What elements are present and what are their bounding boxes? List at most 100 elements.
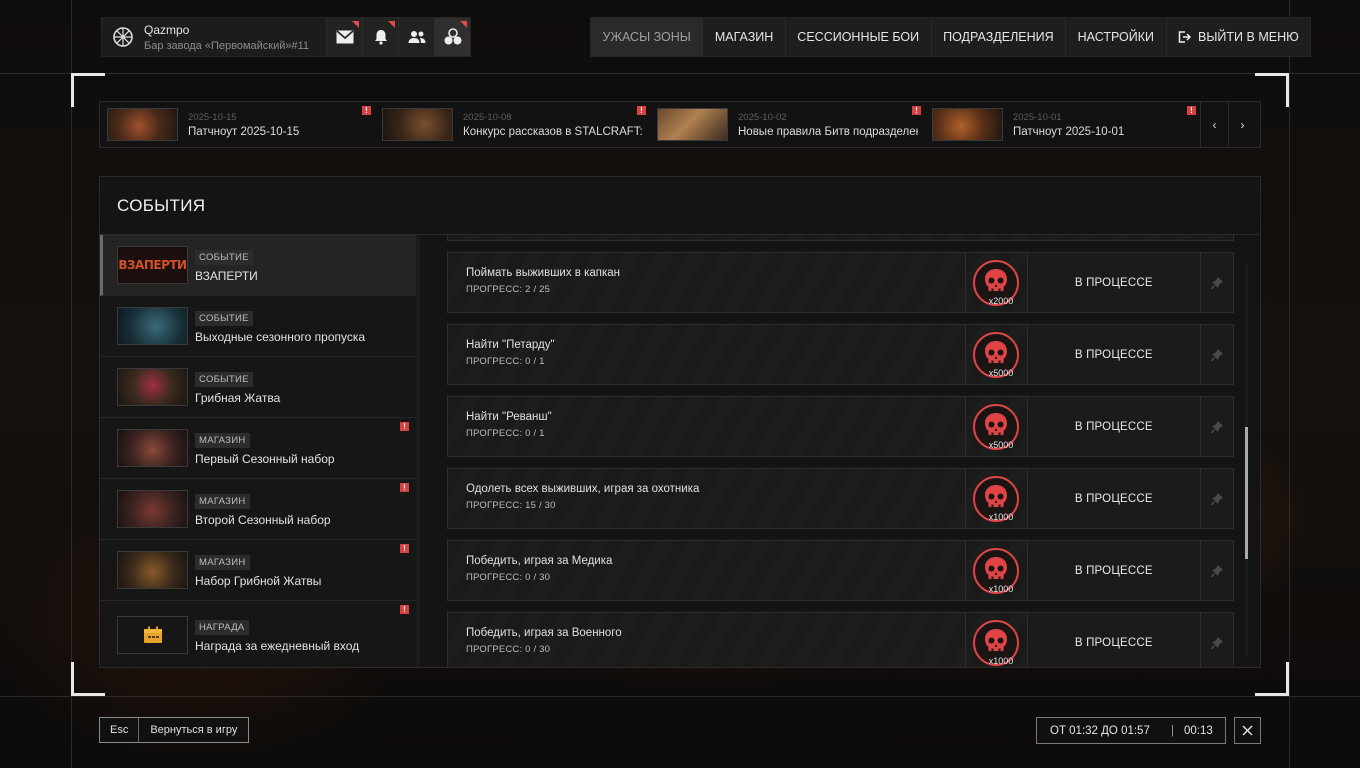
task-progress: ПРОГРЕСС: 0 / 30 <box>466 644 551 655</box>
nav-settings[interactable]: НАСТРОЙКИ <box>1065 18 1166 56</box>
task-reward: x5000 <box>964 325 1027 384</box>
alert-badge: ! <box>400 422 409 431</box>
notification-flag <box>460 21 467 28</box>
event-tag: МАГАЗИН <box>195 433 250 448</box>
news-item[interactable]: 2025-10-08 Конкурс рассказов в STALCRAFT… <box>375 102 650 147</box>
nav-zone-horrors[interactable]: УЖАСЫ ЗОНЫ <box>591 18 703 56</box>
event-name: Выходные сезонного пропуска <box>195 330 366 344</box>
close-button[interactable] <box>1234 717 1261 744</box>
event-thumbnail-logo: ВЗАПЕРТИ <box>118 258 187 272</box>
news-prev-button[interactable]: ‹ <box>1200 102 1228 147</box>
pin-icon <box>1210 564 1224 578</box>
task-reward-amount: x5000 <box>988 368 1014 378</box>
pin-task-button[interactable] <box>1200 541 1233 600</box>
nav-shop[interactable]: МАГАЗИН <box>702 18 785 56</box>
alert-badge: ! <box>400 544 409 553</box>
event-item-daily-login-reward[interactable]: НАГРАДА Награда за ежедневный вход ! <box>100 601 416 667</box>
task-list-scrollbar[interactable] <box>1245 263 1248 655</box>
mail-icon <box>335 30 354 44</box>
event-tag: СОБЫТИЕ <box>195 311 253 326</box>
news-thumbnail <box>932 108 1003 141</box>
news-item[interactable]: 2025-10-02 Новые правила Битв подразделе… <box>650 102 925 147</box>
task-status: В ПРОЦЕССЕ <box>1026 541 1201 600</box>
task-reward: x1000 <box>964 541 1027 600</box>
alert-badge: ! <box>912 106 921 115</box>
pin-icon <box>1210 348 1224 362</box>
task-name: Поймать выживших в капкан <box>466 267 621 279</box>
event-name: Грибная Жатва <box>195 391 281 405</box>
task-progress: ПРОГРЕСС: 0 / 30 <box>466 572 551 583</box>
event-tag: СОБЫТИЕ <box>195 250 253 265</box>
event-thumbnail: ВЗАПЕРТИ <box>117 246 188 284</box>
event-item-first-season-set[interactable]: МАГАЗИН Первый Сезонный набор ! <box>100 418 416 479</box>
frame-line-right <box>1289 0 1290 768</box>
notifications-button[interactable] <box>362 18 398 56</box>
event-name: Награда за ежедневный вход <box>195 638 360 653</box>
pin-task-button[interactable] <box>1200 613 1233 667</box>
task-reward: x1000 <box>964 469 1027 528</box>
task-status: В ПРОЦЕССЕ <box>1026 253 1201 312</box>
top-nav: УЖАСЫ ЗОНЫ МАГАЗИН СЕССИОННЫЕ БОИ ПОДРАЗ… <box>590 17 1312 57</box>
pin-icon <box>1210 420 1224 434</box>
event-name: Набор Грибной Жатвы <box>195 574 322 588</box>
news-title: Конкурс рассказов в STALCRAFT: X <box>463 125 643 138</box>
task-name: Найти "Петарду" <box>466 339 555 351</box>
squad-button[interactable] <box>434 18 470 56</box>
event-item-mushroom-harvest[interactable]: СОБЫТИЕ Грибная Жатва <box>100 357 416 418</box>
pin-task-button[interactable] <box>1200 253 1233 312</box>
time-range: ОТ 01:32 ДО 01:57 <box>1050 724 1150 737</box>
pin-icon <box>1210 276 1224 290</box>
news-title: Новые правила Битв подразделений <box>738 125 918 138</box>
task-progress: ПРОГРЕСС: 0 / 1 <box>466 428 545 439</box>
return-to-game-button[interactable]: Esc Вернуться в игру <box>99 717 250 743</box>
session-timer: ОТ 01:32 ДО 01:57 | 00:13 <box>1036 717 1226 744</box>
event-thumbnail <box>117 490 188 528</box>
mail-button[interactable] <box>326 18 362 56</box>
event-item-locked-in[interactable]: ВЗАПЕРТИ СОБЫТИЕ ВЗАПЕРТИ <box>100 235 416 296</box>
return-label: Вернуться в игру <box>150 724 238 736</box>
frame-line-bottom <box>0 696 1360 697</box>
news-next-button[interactable]: › <box>1228 102 1256 147</box>
event-thumbnail <box>117 551 188 589</box>
news-item[interactable]: 2025-10-01 Патчноут 2025-10-01 ! <box>925 102 1200 147</box>
event-name: Второй Сезонный набор <box>195 513 331 527</box>
news-thumbnail <box>382 108 453 141</box>
alert-badge: ! <box>400 483 409 492</box>
event-item-second-season-set[interactable]: МАГАЗИН Второй Сезонный набор ! <box>100 479 416 540</box>
friends-icon <box>408 31 425 43</box>
nav-session-battles[interactable]: СЕССИОННЫЕ БОИ <box>784 18 931 56</box>
event-item-mushroom-harvest-set[interactable]: МАГАЗИН Набор Грибной Жатвы ! <box>100 540 416 601</box>
events-panel: СОБЫТИЯ ВЗАПЕРТИ СОБЫТИЕ ВЗАПЕРТИ СОБЫТИ… <box>99 176 1261 668</box>
task-name: Победить, играя за Военного <box>466 627 622 639</box>
game-logo-icon <box>102 18 144 56</box>
nav-squads[interactable]: ПОДРАЗДЕЛЕНИЯ <box>930 18 1066 56</box>
event-item-season-pass-weekend[interactable]: СОБЫТИЕ Выходные сезонного пропуска <box>100 296 416 357</box>
event-tag: СОБЫТИЕ <box>195 372 253 387</box>
pin-icon <box>1210 636 1224 650</box>
exit-label: ВЫЙТИ В МЕНЮ <box>1198 30 1299 44</box>
task-status: В ПРОЦЕССЕ <box>1026 469 1201 528</box>
pin-task-button[interactable] <box>1200 469 1233 528</box>
exit-to-menu-button[interactable]: ВЫЙТИ В МЕНЮ <box>1165 18 1311 56</box>
task-name: Одолеть всех выживших, играя за охотника <box>466 483 700 495</box>
task-progress: ПРОГРЕСС: 15 / 30 <box>466 500 556 511</box>
page-title: СОБЫТИЯ <box>117 196 206 215</box>
event-list-scrollbar[interactable] <box>416 235 420 667</box>
event-thumbnail <box>117 368 188 406</box>
pin-task-button[interactable] <box>1200 325 1233 384</box>
task-reward-amount: x1000 <box>988 512 1014 522</box>
task-reward-amount: x1000 <box>988 584 1014 594</box>
news-item[interactable]: 2025-10-15 Патчноут 2025-10-15 ! <box>100 102 375 147</box>
task-progress: ПРОГРЕСС: 2 / 25 <box>466 284 551 295</box>
scrollbar-thumb[interactable] <box>1245 427 1248 559</box>
notification-flag <box>388 21 395 28</box>
news-title: Патчноут 2025-10-15 <box>188 125 300 138</box>
news-date: 2025-10-15 <box>188 111 237 123</box>
player-nickname: Qazmpo <box>144 22 190 37</box>
task-status: В ПРОЦЕССЕ <box>1026 325 1201 384</box>
pin-task-button[interactable] <box>1200 397 1233 456</box>
friends-button[interactable] <box>398 18 434 56</box>
timer-separator: | <box>1171 724 1174 737</box>
event-thumbnail <box>117 429 188 467</box>
close-icon <box>1242 725 1253 736</box>
